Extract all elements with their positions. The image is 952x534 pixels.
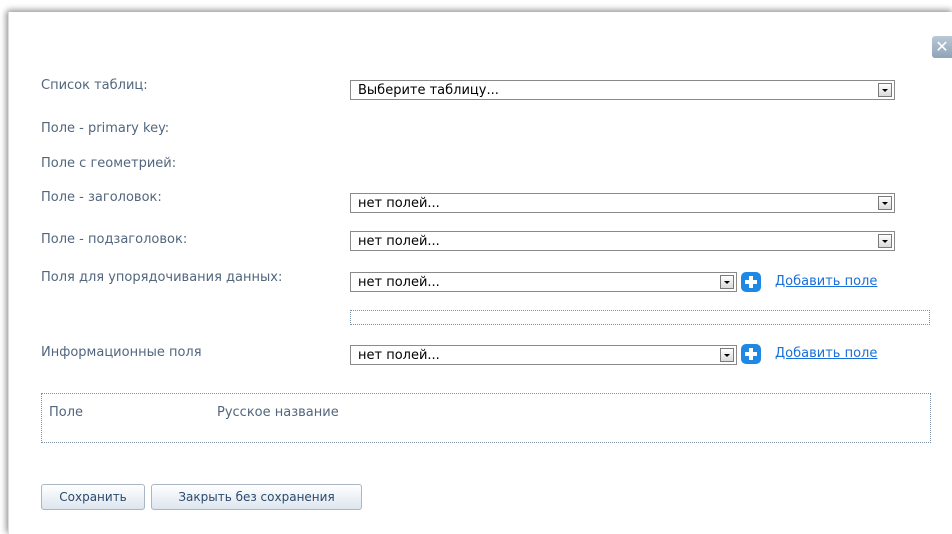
table-select[interactable]: Выберите таблицу... [350,80,895,100]
chevron-down-icon[interactable] [878,234,892,248]
sort-fields-list [350,310,930,325]
close-button[interactable]: ✕ [932,36,952,58]
table-select-value: Выберите таблицу... [358,83,499,98]
add-sort-field-link[interactable]: Добавить поле [775,274,877,289]
column-header-russian-name: Русское название [217,405,339,420]
chevron-down-icon[interactable] [878,196,892,210]
close-without-save-button[interactable]: Закрыть без сохранения [151,484,362,510]
chevron-down-icon[interactable] [720,348,734,362]
info-fields-select[interactable]: нет полей... [350,345,737,365]
primary-key-label: Поле - primary key: [41,121,170,136]
info-fields-label: Информационные поля [41,345,202,360]
table-list-label: Список таблиц: [41,78,148,93]
title-field-select-value: нет полей... [358,196,440,211]
sort-fields-select[interactable]: нет полей... [350,272,737,292]
chevron-down-icon[interactable] [720,275,734,289]
subtitle-field-select-value: нет полей... [358,234,440,249]
sort-fields-select-value: нет полей... [358,275,440,290]
column-header-field: Поле [49,405,84,420]
title-field-select[interactable]: нет полей... [350,193,895,213]
close-icon: ✕ [935,37,949,56]
title-field-label: Поле - заголовок: [41,190,162,205]
subtitle-field-select[interactable]: нет полей... [350,231,895,251]
add-info-field-link[interactable]: Добавить поле [775,346,877,361]
subtitle-field-label: Поле - подзаголовок: [41,232,188,247]
geometry-label: Поле с геометрией: [41,156,177,171]
add-info-field-icon[interactable] [741,344,761,364]
info-fields-table [41,393,931,443]
sort-fields-label: Поля для упорядочивания данных: [41,270,283,285]
save-button[interactable]: Сохранить [41,484,145,510]
add-sort-field-icon[interactable] [741,272,761,292]
info-fields-select-value: нет полей... [358,348,440,363]
chevron-down-icon[interactable] [878,83,892,97]
